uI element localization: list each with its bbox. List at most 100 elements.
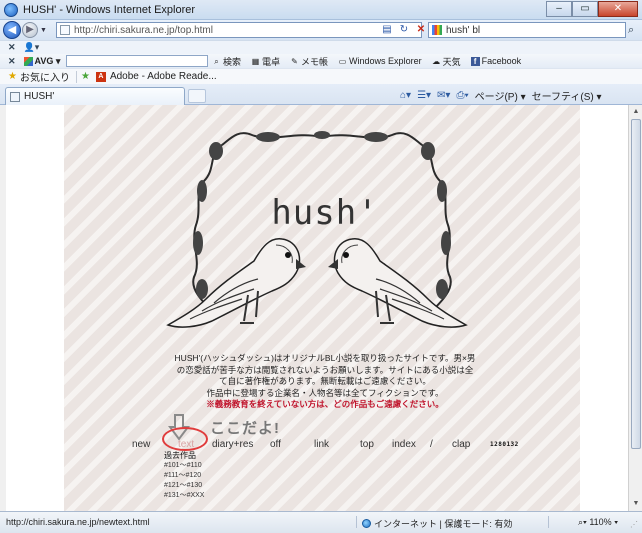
hit-counter: 1280132 <box>490 441 519 448</box>
nav-separator: / <box>430 439 433 450</box>
site-background: hush' HUSH'(ハッシュダッシュ)はオリジナルBL小説を取り扱ったサイト… <box>64 105 580 511</box>
intro-line: て自に著作権があります。無断転載はご遠慮ください。 <box>219 376 431 386</box>
person-icon[interactable]: 👤▾ <box>24 42 40 53</box>
search-icon: ⌕ <box>214 56 219 66</box>
nav-link-new[interactable]: new <box>132 439 150 450</box>
back-button[interactable]: ◀ <box>3 21 21 39</box>
scroll-up-icon[interactable]: ▲ <box>630 106 642 118</box>
dropdown-item[interactable]: #111〜#120 <box>164 471 208 481</box>
avg-search-button[interactable]: ⌕ 検索 <box>212 55 241 68</box>
window-controls: – ▭ ✕ <box>546 1 638 17</box>
calculator-icon: ▦ <box>251 56 260 66</box>
close-avg-icon[interactable]: ✕ <box>8 56 16 67</box>
toolbar-row: ✕ 👤▾ <box>0 40 642 54</box>
tab-page-icon <box>10 91 20 102</box>
tab-bar: HUSH' ⌂▾ ☰▾ ✉▾ ⎙▾ ページ(P) ▾ セーフティ(S) ▾ <box>0 84 642 105</box>
status-bar: http://chiri.sakura.ne.jp/newtext.html イ… <box>0 511 642 533</box>
new-tab-button[interactable] <box>188 89 206 103</box>
forward-button[interactable]: ▶ <box>22 22 38 38</box>
home-icon[interactable]: ⌂▾ <box>400 90 411 101</box>
scroll-down-icon[interactable]: ▼ <box>630 498 642 510</box>
security-zone[interactable]: インターネット | 保護モード: 有効 <box>362 517 512 530</box>
stop-icon[interactable]: ✕ <box>414 23 428 37</box>
nav-link-diary-res[interactable]: diary+res <box>212 439 253 450</box>
bird-right-illustration <box>328 238 468 328</box>
window-title: HUSH' - Windows Internet Explorer <box>23 3 196 16</box>
intro-line: 作品中に登場する企業名・人物名等は全てフィクションです。 <box>206 387 444 398</box>
compatibility-icon[interactable]: ▤ <box>380 23 394 37</box>
close-window-button[interactable]: ✕ <box>598 1 638 17</box>
nav-link-clap[interactable]: clap <box>452 439 470 450</box>
nav-link-index[interactable]: index <box>392 439 416 450</box>
nav-link-link[interactable]: link <box>314 439 329 450</box>
folder-icon: ▭ <box>338 56 347 66</box>
zoom-icon: ⌕▾ <box>578 517 590 527</box>
history-dropdown-icon[interactable]: ▼ <box>40 27 47 34</box>
resize-grip-icon[interactable]: ⋰ <box>630 520 638 529</box>
status-divider <box>356 516 357 528</box>
favorites-bar: ★ お気に入り ★ A Adobe - Adobe Reade... <box>0 68 642 84</box>
vertical-scrollbar[interactable]: ▲ ▼ <box>628 105 642 511</box>
page-viewport: hush' HUSH'(ハッシュダッシュ)はオリジナルBL小説を取り扱ったサイト… <box>6 105 628 511</box>
status-divider <box>548 516 549 528</box>
site-introduction: HUSH'(ハッシュダッシュ)はオリジナルBL小説を取り扱ったサイトです。男×男… <box>164 353 486 411</box>
close-toolbar-icon[interactable]: ✕ <box>8 42 16 53</box>
weather-icon: ☁ <box>432 56 441 66</box>
avg-items: ⌕ 検索 ▦ 電卓 ✎ メモ帳 ▭ Windows Explorer ☁ 天気 f Face… <box>212 54 521 68</box>
favorites-link-adobe[interactable]: Adobe - Adobe Reade... <box>110 71 217 82</box>
safety-menu[interactable]: セーフティ(S) ▾ <box>532 88 602 103</box>
page-icon <box>60 25 70 35</box>
address-bar: ◀ ▶ ▼ http://chiri.sakura.ne.jp/top.html… <box>0 20 642 40</box>
dropdown-title: 過去作品 <box>164 451 196 460</box>
google-icon <box>432 25 442 35</box>
maximize-button[interactable]: ▭ <box>572 1 598 17</box>
avg-search-input[interactable] <box>66 55 208 67</box>
search-input[interactable]: hush' bl <box>428 22 626 38</box>
avg-logo[interactable]: AVG ▾ <box>23 56 60 67</box>
mail-icon[interactable]: ✉▾ <box>437 90 450 101</box>
calculator-button[interactable]: ▦ 電卓 <box>251 55 280 68</box>
url-buttons: ▤ ↻ ✕ <box>380 23 428 37</box>
url-text: http://chiri.sakura.ne.jp/top.html <box>74 24 213 36</box>
zoom-level[interactable]: ⌕▾ 110% ▾ <box>578 517 618 528</box>
feeds-icon[interactable]: ☰▾ <box>417 90 431 101</box>
text-dropdown-menu: 過去作品 #101〜#110 #111〜#120 #121〜#130 #131〜… <box>164 451 208 501</box>
intro-line: HUSH'(ハッシュダッシュ)はオリジナルBL小説を取り扱ったサイトです。男×男 <box>174 353 476 363</box>
facebook-icon: f <box>470 56 480 66</box>
search-magnifier-icon[interactable]: ⌕ <box>628 24 634 37</box>
dropdown-item[interactable]: #121〜#130 <box>164 481 208 491</box>
intro-line: の恋愛話が苦手な方は閲覧されないようお願いします。サイトにある小説は全 <box>176 364 474 375</box>
globe-icon <box>362 519 371 528</box>
search-value: hush' bl <box>446 24 481 36</box>
scrollbar-thumb[interactable] <box>631 119 641 449</box>
avg-toolbar: ✕ AVG ▾ ⌕ 検索 ▦ 電卓 ✎ メモ帳 ▭ Windows Explorer ☁… <box>0 54 642 68</box>
dropdown-item[interactable]: #101〜#110 <box>164 461 208 471</box>
page-menu[interactable]: ページ(P) ▾ <box>475 88 526 103</box>
title-bar: HUSH' - Windows Internet Explorer – ▭ ✕ <box>0 0 642 20</box>
facebook-button[interactable]: f Facebook <box>470 56 521 66</box>
weather-button[interactable]: ☁ 天気 <box>432 55 461 68</box>
command-bar: ⌂▾ ☰▾ ✉▾ ⎙▾ ページ(P) ▾ セーフティ(S) ▾ <box>400 88 602 103</box>
tab-hush[interactable]: HUSH' <box>5 87 185 105</box>
favorites-divider <box>75 70 77 83</box>
nav-link-off[interactable]: off <box>270 439 281 450</box>
windows-explorer-button[interactable]: ▭ Windows Explorer <box>338 56 422 66</box>
highlight-circle <box>162 427 208 451</box>
refresh-icon[interactable]: ↻ <box>397 23 411 37</box>
url-field[interactable]: http://chiri.sakura.ne.jp/top.html <box>56 22 422 38</box>
tab-label: HUSH' <box>24 91 55 102</box>
notepad-button[interactable]: ✎ メモ帳 <box>290 55 328 68</box>
nav-link-top[interactable]: top <box>360 439 374 450</box>
annotation-here: ここだよ! <box>210 420 280 437</box>
notepad-icon: ✎ <box>291 56 298 66</box>
avg-logo-icon <box>23 56 33 66</box>
minimize-button[interactable]: – <box>546 1 572 17</box>
favorites-button[interactable]: お気に入り <box>20 69 70 84</box>
status-url: http://chiri.sakura.ne.jp/newtext.html <box>6 517 150 527</box>
dropdown-item[interactable]: #131〜#XXX <box>164 491 208 501</box>
print-icon[interactable]: ⎙▾ <box>456 90 468 101</box>
add-favorite-icon[interactable]: ★ <box>81 71 90 82</box>
pdf-icon: A <box>95 71 106 82</box>
bird-left-illustration <box>166 238 306 328</box>
favorites-star-icon[interactable]: ★ <box>8 71 17 82</box>
